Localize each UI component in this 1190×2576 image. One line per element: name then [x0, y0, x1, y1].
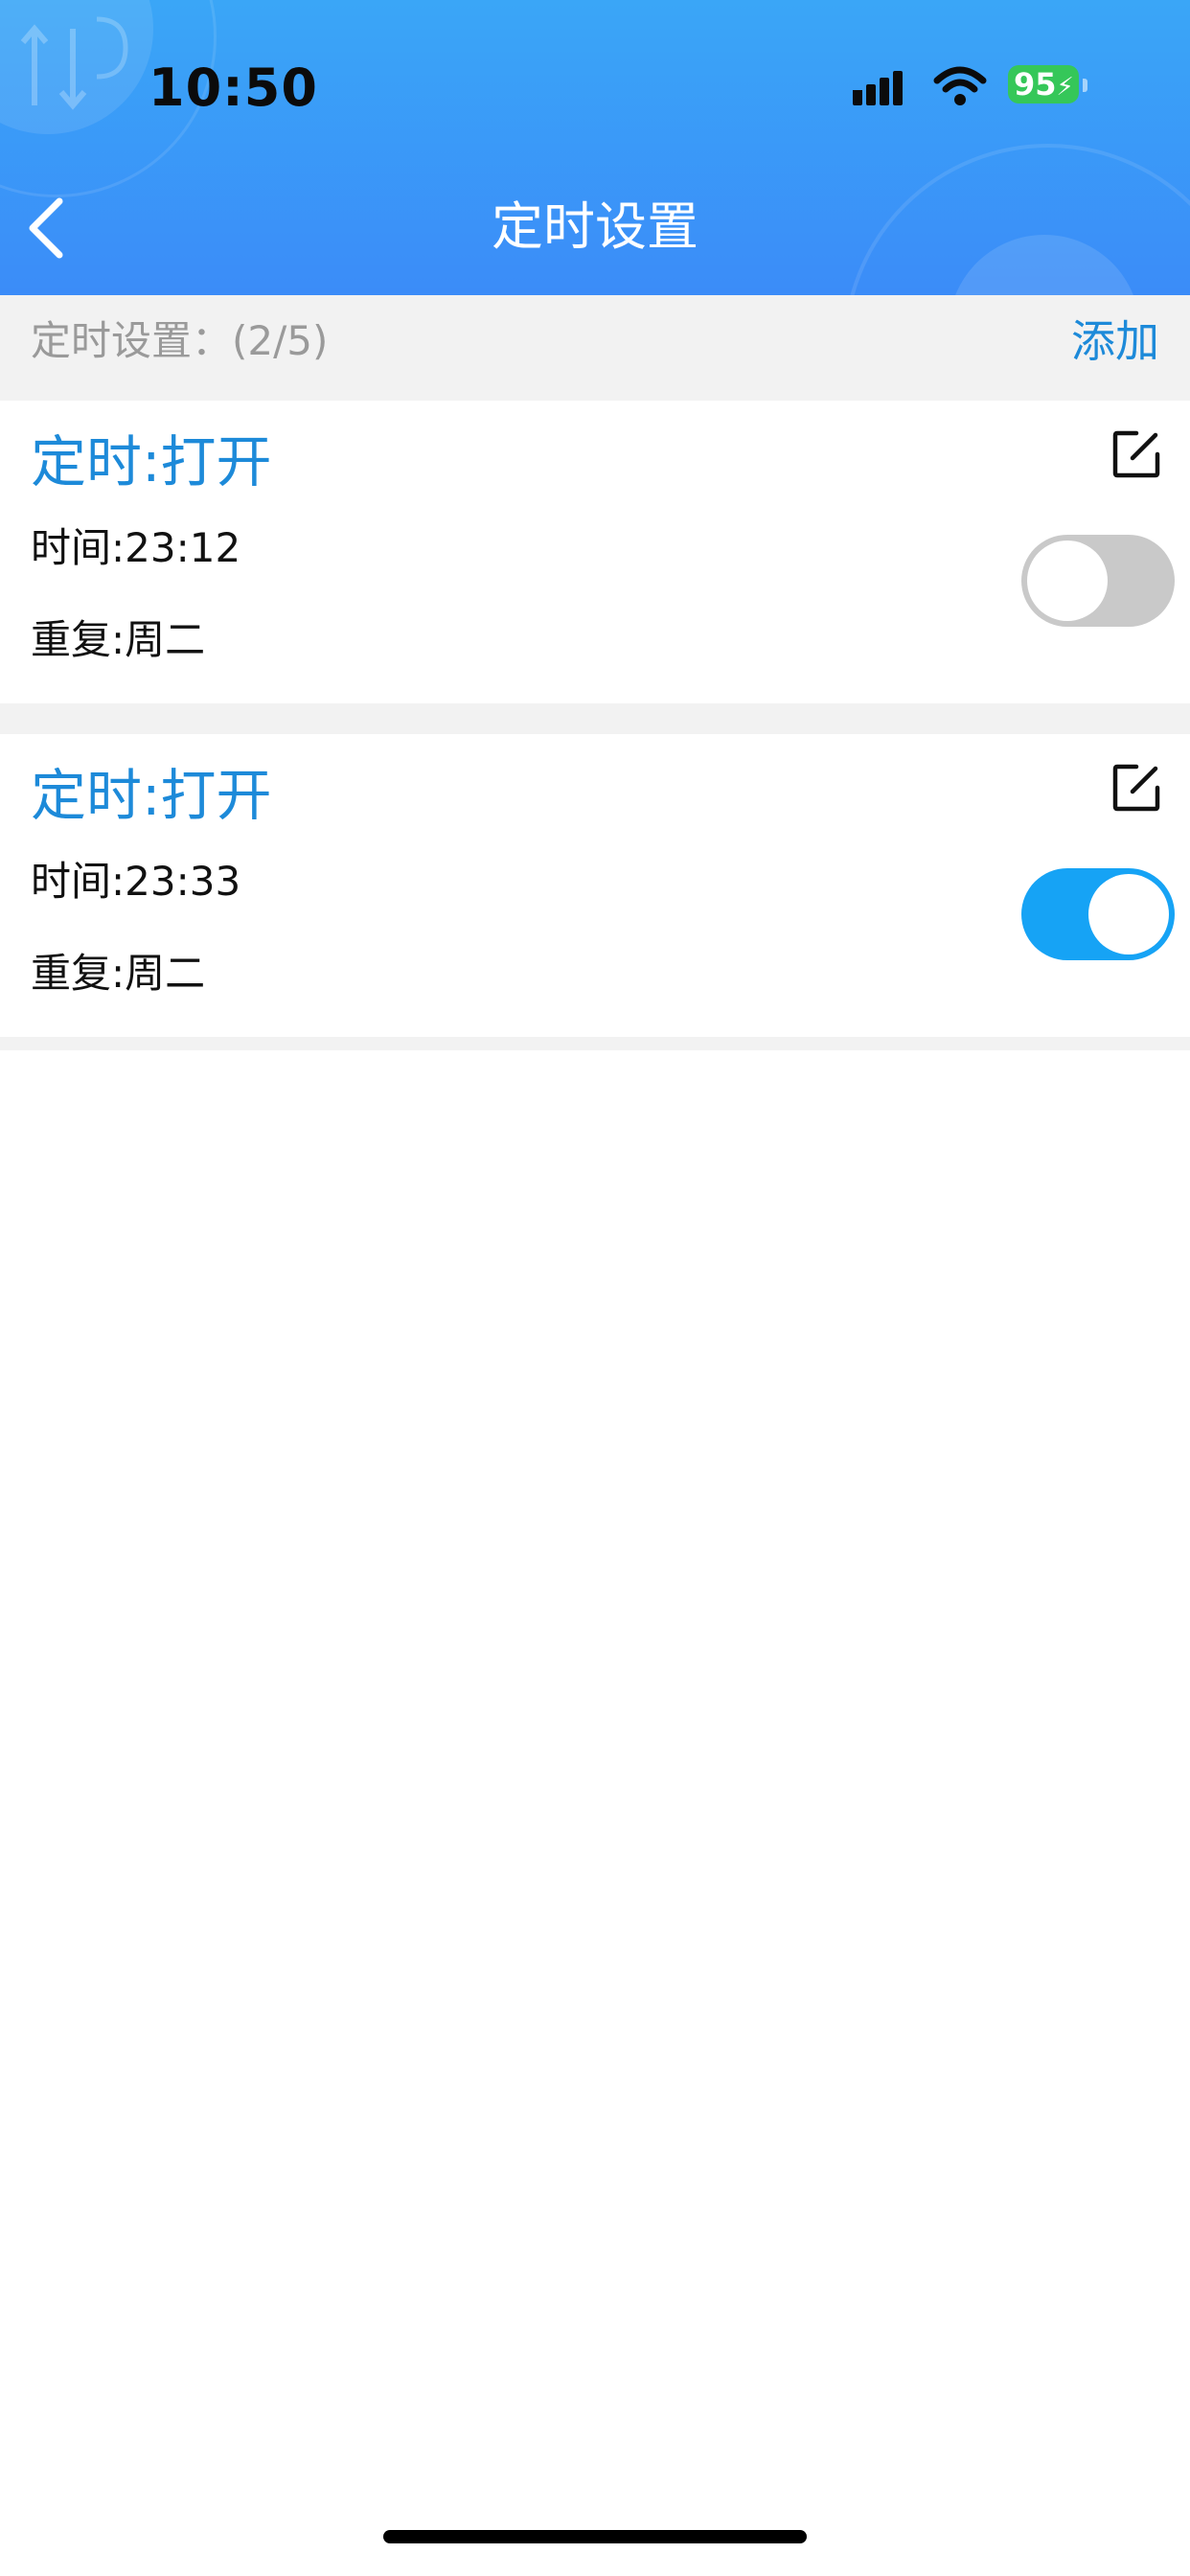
battery-level: 95	[1014, 66, 1057, 103]
app-header: 10:50 95⚡ 定时设置	[0, 0, 1190, 295]
timer-toggle[interactable]	[1021, 535, 1175, 627]
edit-icon[interactable]	[1111, 763, 1161, 813]
status-time: 10:50	[149, 58, 318, 118]
toggle-knob	[1088, 874, 1169, 954]
timer-repeat: 重复:周二	[31, 616, 206, 663]
timer-title: 定时:打开	[31, 429, 272, 494]
home-indicator	[383, 2530, 807, 2543]
timer-count-label: 定时设置：(2/5)	[31, 317, 329, 364]
timer-count-bar: 定时设置：(2/5) 添加	[0, 295, 1190, 387]
timer-card: 定时:打开 时间:23:12 重复:周二	[0, 401, 1190, 703]
page-title: 定时设置	[492, 196, 698, 257]
battery-charging-icon: 95⚡	[1008, 65, 1079, 104]
timer-time: 时间:23:12	[31, 524, 241, 571]
timer-time: 时间:23:33	[31, 858, 241, 905]
divider	[0, 1037, 1190, 1050]
divider	[0, 703, 1190, 734]
wifi-icon	[933, 66, 987, 105]
edit-icon[interactable]	[1111, 429, 1161, 479]
add-timer-button[interactable]: 添加	[1071, 314, 1159, 368]
battery-cap	[1083, 79, 1087, 92]
cloud-transfer-icon	[20, 16, 128, 110]
timer-repeat: 重复:周二	[31, 950, 206, 997]
timer-card: 定时:打开 时间:23:33 重复:周二	[0, 734, 1190, 1037]
divider	[0, 387, 1190, 401]
timer-toggle[interactable]	[1021, 868, 1175, 960]
toggle-knob	[1027, 540, 1108, 621]
signal-icon	[853, 71, 903, 105]
timer-title: 定时:打开	[31, 763, 272, 828]
